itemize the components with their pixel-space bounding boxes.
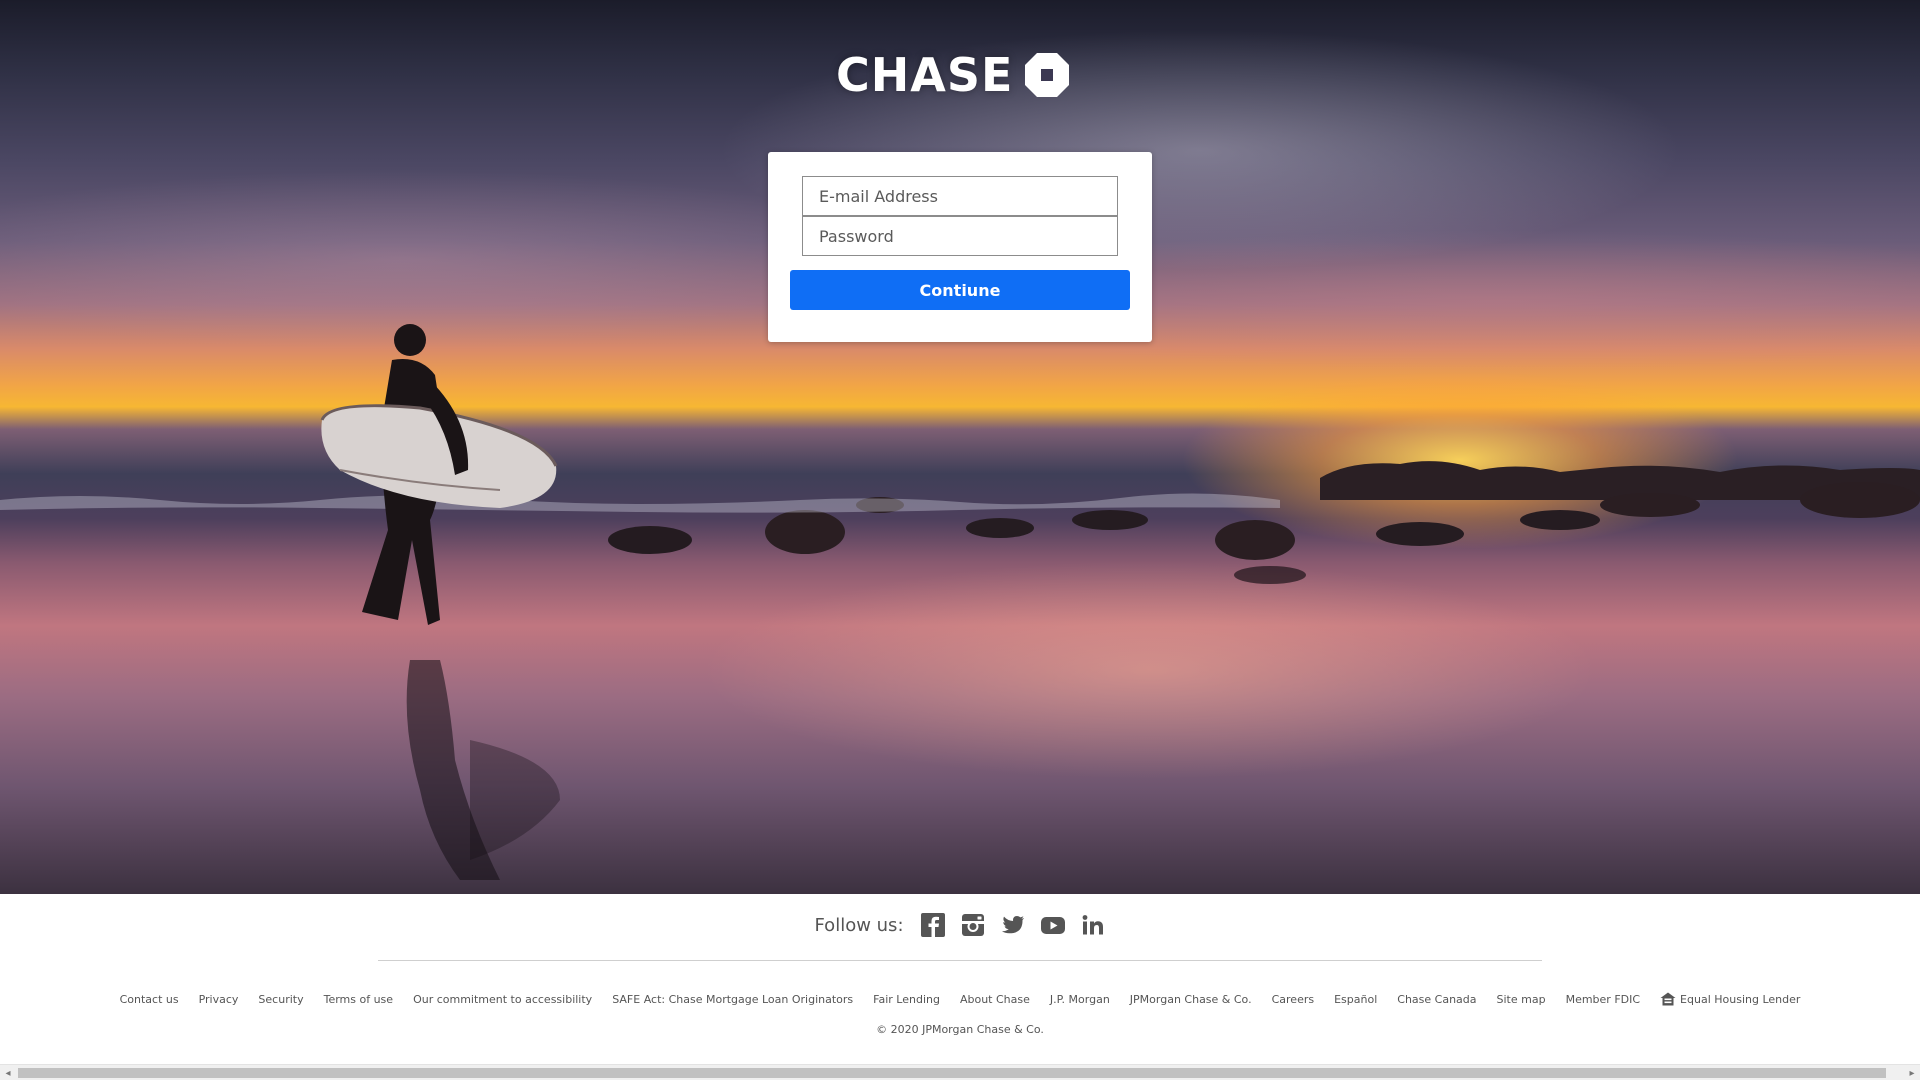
footer-link-contact-us[interactable]: Contact us — [120, 993, 179, 1006]
footer-link-careers[interactable]: Careers — [1272, 993, 1315, 1006]
footer-link-accessibility[interactable]: Our commitment to accessibility — [413, 993, 592, 1006]
footer-link-security[interactable]: Security — [258, 993, 303, 1006]
instagram-icon[interactable] — [960, 912, 986, 938]
linkedin-icon[interactable] — [1080, 912, 1106, 938]
footer-link-chase-canada[interactable]: Chase Canada — [1397, 993, 1476, 1006]
scrollbar-thumb[interactable] — [18, 1068, 1886, 1078]
footer-link-about-chase[interactable]: About Chase — [960, 993, 1030, 1006]
twitter-icon[interactable] — [1000, 912, 1026, 938]
hero-background — [0, 0, 1920, 894]
email-input[interactable] — [802, 176, 1118, 216]
youtube-icon[interactable] — [1040, 912, 1066, 938]
copyright-text: © 2020 JPMorgan Chase & Co. — [876, 1023, 1044, 1036]
footer-link-safe-act[interactable]: SAFE Act: Chase Mortgage Loan Originator… — [612, 993, 853, 1006]
footer-link-equal-housing-lender[interactable]: Equal Housing Lender — [1660, 992, 1800, 1006]
footer-link-jpmorgan-chase-co[interactable]: JPMorgan Chase & Co. — [1130, 993, 1252, 1006]
footer-link-fair-lending[interactable]: Fair Lending — [873, 993, 940, 1006]
social-follow-row: Follow us: — [0, 912, 1920, 938]
chase-logo[interactable]: CHASE — [836, 50, 1086, 100]
footer-link-member-fdic[interactable]: Member FDIC — [1566, 993, 1640, 1006]
footer-links: Contact us Privacy Security Terms of use… — [0, 992, 1920, 1006]
footer-link-espanol[interactable]: Español — [1334, 993, 1377, 1006]
footer-link-jp-morgan[interactable]: J.P. Morgan — [1050, 993, 1110, 1006]
footer-divider — [378, 960, 1542, 961]
horizontal-scrollbar[interactable]: ◂ ▸ — [0, 1064, 1920, 1080]
equal-housing-label: Equal Housing Lender — [1680, 992, 1801, 1006]
beach-scene-illustration — [0, 324, 1920, 880]
password-input[interactable] — [802, 216, 1118, 256]
brand-name: CHASE — [836, 48, 1014, 102]
follow-label: Follow us: — [814, 914, 904, 936]
footer-link-site-map[interactable]: Site map — [1497, 993, 1546, 1006]
chase-octagon-icon — [1025, 53, 1070, 97]
scroll-left-glyph: ◂ — [5, 1067, 11, 1079]
facebook-icon[interactable] — [920, 912, 946, 938]
login-card: Contiune — [768, 152, 1152, 342]
footer-link-privacy[interactable]: Privacy — [199, 993, 239, 1006]
scroll-right-glyph: ▸ — [1909, 1067, 1915, 1079]
footer-link-terms-of-use[interactable]: Terms of use — [324, 993, 393, 1006]
scroll-right-arrow-icon[interactable]: ▸ — [1904, 1065, 1920, 1081]
continue-button[interactable]: Contiune — [790, 270, 1130, 310]
page-footer: Follow us: Contact us Privacy Security T… — [0, 894, 1920, 1064]
scroll-left-arrow-icon[interactable]: ◂ — [0, 1065, 16, 1081]
equal-housing-icon — [1660, 992, 1676, 1006]
